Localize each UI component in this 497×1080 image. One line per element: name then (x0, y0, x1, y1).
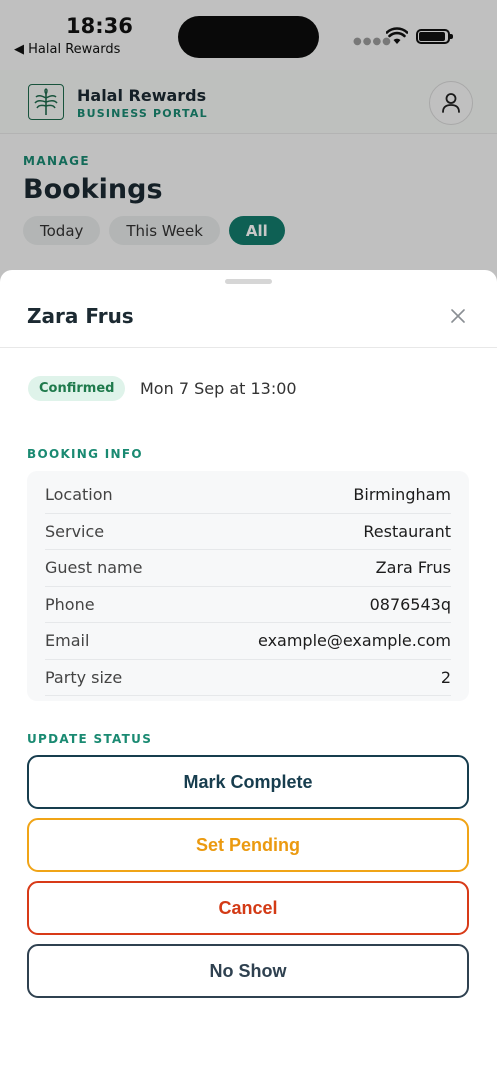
close-button[interactable] (446, 304, 470, 328)
divider (0, 347, 497, 348)
mark-complete-button[interactable]: Mark Complete (27, 755, 469, 809)
sheet-title: Zara Frus (27, 304, 134, 328)
set-pending-button[interactable]: Set Pending (27, 818, 469, 872)
info-value: 0876543q (369, 594, 451, 614)
info-key: Service (45, 521, 105, 541)
info-key: Location (45, 485, 113, 505)
info-key: Guest name (45, 558, 143, 578)
no-show-button[interactable]: No Show (27, 944, 469, 998)
info-value: Restaurant (363, 521, 451, 541)
booking-info-card: Location Birmingham Service Restaurant G… (27, 471, 469, 701)
info-key: Party size (45, 667, 123, 687)
status-badge: Confirmed (28, 376, 126, 401)
info-row-email: Email example@example.com (45, 623, 451, 660)
info-row-phone: Phone 0876543q (45, 587, 451, 623)
info-row-guest-name: Guest name Zara Frus (45, 550, 451, 587)
update-status-label: UPDATE STATUS (27, 732, 153, 746)
info-key: Phone (45, 594, 95, 614)
info-value: example@example.com (258, 631, 451, 651)
info-value: Zara Frus (375, 558, 451, 578)
info-row-service: Service Restaurant (45, 514, 451, 550)
cancel-booking-button[interactable]: Cancel (27, 881, 469, 935)
info-key: Email (45, 631, 90, 651)
close-icon (451, 309, 465, 323)
info-value: Birmingham (353, 485, 451, 505)
booking-info-label: BOOKING INFO (27, 447, 143, 461)
sheet-grabber[interactable] (225, 279, 272, 284)
info-row-location: Location Birmingham (45, 477, 451, 514)
info-value: 2 (440, 667, 451, 687)
booking-detail-sheet: Zara Frus Confirmed Mon 7 Sep at 13:00 B… (0, 270, 497, 1080)
booking-datetime: Mon 7 Sep at 13:00 (140, 379, 297, 398)
info-row-party-size: Party size 2 (45, 660, 451, 696)
